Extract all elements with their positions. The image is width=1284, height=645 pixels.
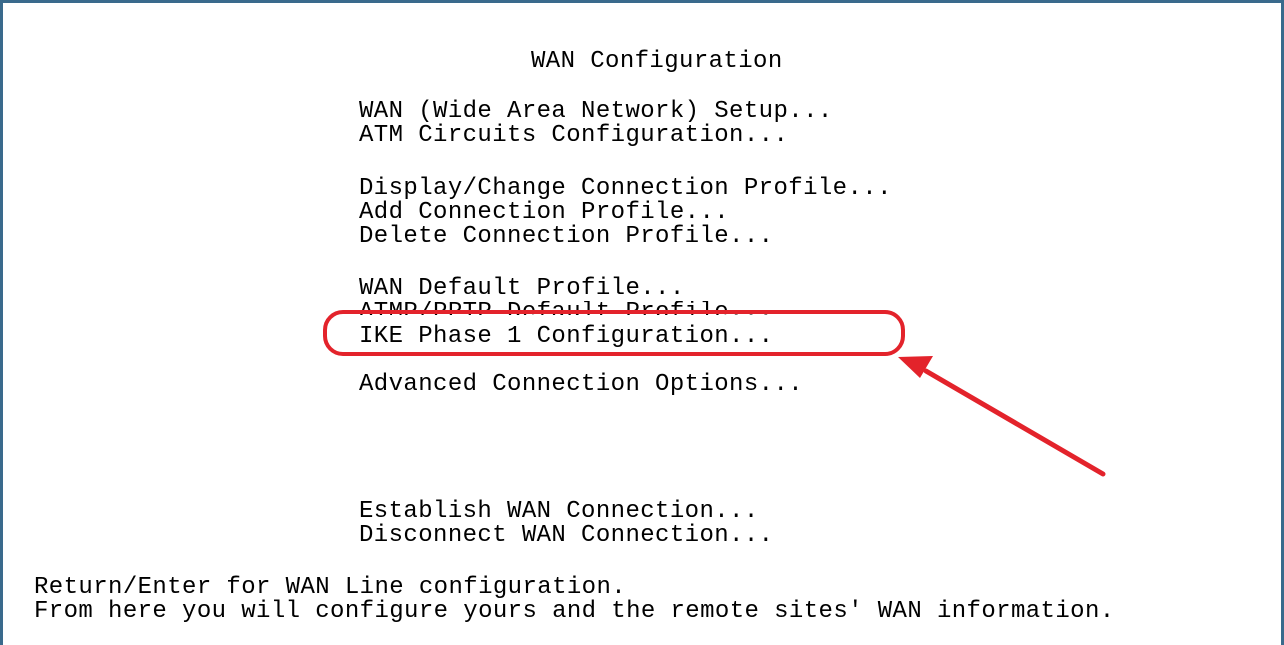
arrow-icon [898,356,1106,477]
annotation-overlay [323,310,1106,477]
highlight-box [323,310,905,356]
